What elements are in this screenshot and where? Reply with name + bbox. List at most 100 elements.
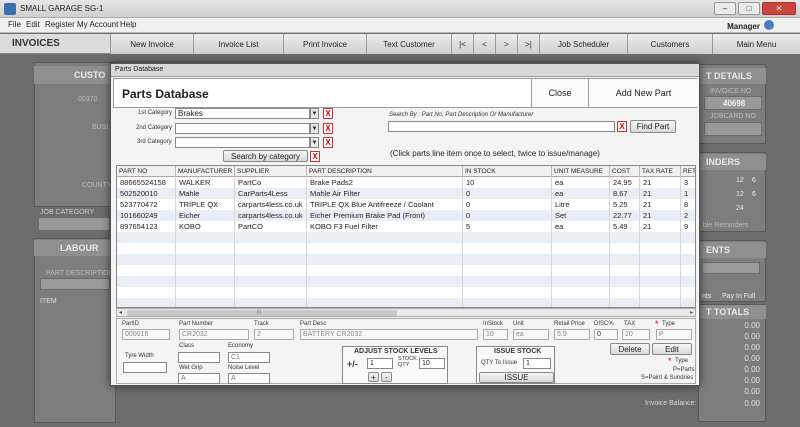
table-row[interactable]: [117, 276, 695, 287]
table-row[interactable]: [117, 232, 695, 243]
clear-cat3-button[interactable]: X: [323, 137, 333, 148]
table-row[interactable]: [117, 265, 695, 276]
invoice-list-button[interactable]: Invoice List: [193, 34, 283, 54]
noise-level-field[interactable]: A: [228, 373, 270, 384]
main-menu-button[interactable]: Main Menu: [712, 34, 800, 54]
table-row[interactable]: 897654123 KOBO PartCO KOBO F3 Fuel Filter 5 e…: [117, 221, 695, 232]
invoice-no-label: INVOICE NO: [710, 88, 752, 95]
col-part-no[interactable]: PART NO: [117, 166, 176, 177]
part-number-field[interactable]: CR2032: [179, 329, 249, 340]
tyre-width-field[interactable]: [123, 362, 167, 373]
cat2-select[interactable]: [175, 123, 310, 134]
jobcard-no-field[interactable]: [704, 122, 762, 136]
table-cell: [117, 243, 176, 254]
economy-field[interactable]: C1: [228, 352, 270, 363]
disc-select[interactable]: 0: [594, 329, 618, 340]
chevron-down-icon[interactable]: ▼: [310, 137, 319, 148]
new-invoice-button[interactable]: New Invoice: [110, 34, 193, 54]
qty-to-issue-label: QTY To Issue: [481, 360, 518, 366]
col-unit-measure[interactable]: UNIT MEASURE: [552, 166, 610, 177]
menu-register[interactable]: Register: [45, 20, 75, 29]
window-close-button[interactable]: ✕: [762, 2, 796, 15]
increase-stock-button[interactable]: +: [368, 372, 379, 382]
adjust-amount-field[interactable]: 1: [367, 358, 393, 369]
class-field[interactable]: [178, 352, 220, 363]
scroll-thumb[interactable]: |||: [127, 309, 397, 316]
close-dialog-button[interactable]: Close: [531, 79, 588, 107]
delete-button[interactable]: Delete: [610, 343, 650, 355]
search-by-category-button[interactable]: Search by category: [223, 150, 308, 162]
table-row[interactable]: [117, 298, 695, 307]
clear-cat1-button[interactable]: X: [323, 108, 333, 119]
part-desc-field[interactable]: BATTERY CR2032: [300, 329, 478, 340]
cat1-select[interactable]: Brakes: [175, 108, 310, 119]
job-category-field[interactable]: [38, 217, 110, 231]
pay-in-full-button[interactable]: Pay In Full: [722, 293, 755, 300]
qty-to-issue-field[interactable]: 1: [523, 358, 551, 369]
chevron-down-icon[interactable]: ▼: [310, 123, 319, 134]
col-manufacturer[interactable]: MANUFACTURER: [176, 166, 235, 177]
retail-price-field[interactable]: 5.9: [554, 329, 590, 340]
edit-button[interactable]: Edit: [652, 343, 692, 355]
table-row[interactable]: 101660249 Eicher carparts4less.co.uk Eicher…: [117, 210, 695, 221]
job-scheduler-button[interactable]: Job Scheduler: [539, 34, 627, 54]
add-new-part-button[interactable]: Add New Part: [588, 79, 698, 107]
maximize-button[interactable]: □: [738, 2, 760, 15]
menu-file[interactable]: File: [8, 20, 21, 29]
search-input[interactable]: [388, 121, 615, 132]
payment-field[interactable]: [702, 262, 760, 274]
col-in-stock[interactable]: IN STOCK: [463, 166, 552, 177]
tax-select[interactable]: 20: [622, 329, 650, 340]
print-invoice-button[interactable]: Print Invoice: [283, 34, 366, 54]
track-field[interactable]: 2: [254, 329, 294, 340]
minimize-button[interactable]: –: [714, 2, 736, 15]
issue-button[interactable]: ISSUE: [479, 372, 554, 383]
menu-help[interactable]: Help: [120, 20, 136, 29]
prev-record-button[interactable]: <: [473, 34, 495, 54]
table-cell: [463, 287, 552, 298]
reminder-2[interactable]: 6: [752, 177, 756, 184]
scroll-right-icon[interactable]: ▸: [690, 309, 693, 316]
reminder-3[interactable]: 12: [736, 191, 744, 198]
col-supplier[interactable]: SUPPLIER: [235, 166, 307, 177]
clear-cat2-button[interactable]: X: [323, 123, 333, 134]
col-part-description[interactable]: PART DESCRIPTION: [307, 166, 463, 177]
cat3-select[interactable]: [175, 137, 310, 148]
table-cell: [463, 254, 552, 265]
last-record-button[interactable]: >|: [517, 34, 539, 54]
type-select[interactable]: P: [656, 329, 692, 340]
reminder-4[interactable]: 6: [752, 191, 756, 198]
table-row[interactable]: [117, 254, 695, 265]
clear-search-button[interactable]: X: [617, 121, 627, 132]
text-customer-button[interactable]: Text Customer: [366, 34, 451, 54]
col-tax-rate[interactable]: TAX RATE: [640, 166, 681, 177]
first-record-button[interactable]: |<: [451, 34, 473, 54]
reminder-5[interactable]: 24: [736, 205, 744, 212]
next-record-button[interactable]: >: [495, 34, 517, 54]
menu-edit[interactable]: Edit: [26, 20, 40, 29]
horizontal-scrollbar[interactable]: ◂ ||| ▸: [116, 308, 696, 317]
clear-categories-button[interactable]: X: [310, 151, 320, 162]
reminder-1[interactable]: 12: [736, 177, 744, 184]
table-row[interactable]: [117, 243, 695, 254]
total-6: 0.00: [744, 376, 760, 385]
wet-grip-field[interactable]: A: [178, 373, 220, 384]
payments-button[interactable]: nts: [702, 293, 711, 300]
decrease-stock-button[interactable]: -: [381, 372, 392, 382]
menu-my-account[interactable]: My Account: [77, 20, 118, 29]
table-row[interactable]: 502520010 Mahle CarParts4Less Mahle Air Fil…: [117, 188, 695, 199]
customers-button[interactable]: Customers: [627, 34, 712, 54]
chevron-down-icon[interactable]: ▼: [310, 108, 319, 119]
find-part-button[interactable]: Find Part: [630, 120, 676, 133]
table-cell: [552, 276, 610, 287]
user-icon[interactable]: [764, 20, 774, 30]
table-cell: [176, 243, 235, 254]
col-cost[interactable]: COST: [610, 166, 640, 177]
scroll-left-icon[interactable]: ◂: [119, 309, 122, 316]
unit-select[interactable]: ea: [513, 329, 549, 340]
table-row[interactable]: 523770472 TRIPLE QX carparts4less.co.uk TRI…: [117, 199, 695, 210]
col-retail[interactable]: RETA: [681, 166, 695, 177]
part-description-field[interactable]: [40, 278, 110, 290]
table-row[interactable]: [117, 287, 695, 298]
table-row[interactable]: 88665524158 WALKER PartCo Brake Pads2 10 ea 24…: [117, 177, 695, 188]
